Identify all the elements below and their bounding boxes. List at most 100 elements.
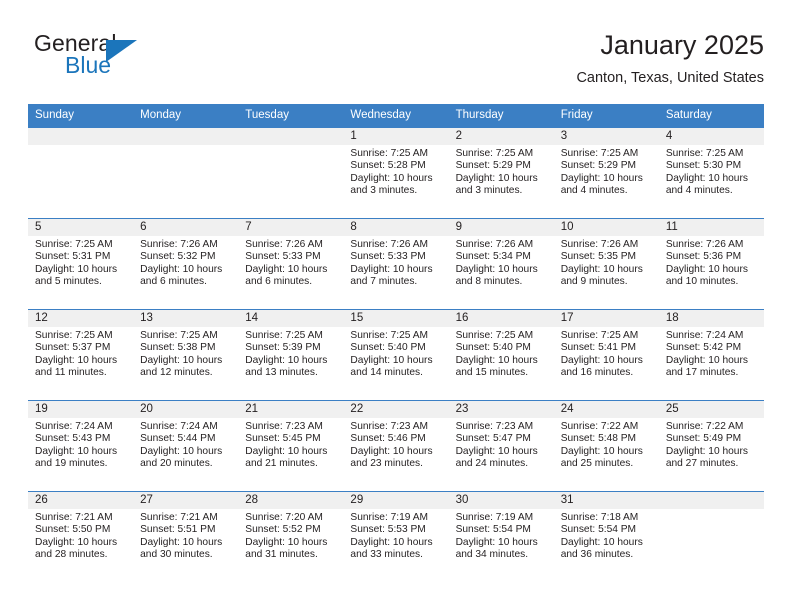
day-number: [133, 128, 239, 145]
calendar-week-row: 5 Sunrise: 7:25 AM Sunset: 5:31 PM Daylight…: [28, 218, 764, 310]
day-cell: 29 Sunrise: 7:19 AM Sunset: 5:53 PM Dayligh…: [343, 492, 449, 582]
calendar-cell-day[interactable]: 26 Sunrise: 7:21 AM Sunset: 5:50 PM Dayligh…: [28, 491, 134, 582]
calendar-cell-day[interactable]: 1 Sunrise: 7:25 AM Sunset: 5:28 PM Daylight…: [343, 127, 449, 219]
sunset-text: Sunset: 5:41 PM: [560, 342, 637, 354]
calendar-page: General Blue January 2025 Canton, Texas,…: [0, 0, 792, 612]
calendar-cell-day[interactable]: 20 Sunrise: 7:24 AM Sunset: 5:44 PM Dayligh…: [133, 400, 239, 492]
day-cell: 7 Sunrise: 7:26 AM Sunset: 5:33 PM Daylight…: [238, 219, 344, 309]
sunset-text: Sunset: 5:52 PM: [245, 524, 321, 536]
calendar-week-row: 1 Sunrise: 7:25 AM Sunset: 5:28 PM Daylight…: [28, 127, 764, 219]
day-number: 4: [658, 128, 764, 145]
calendar-cell-day[interactable]: 25 Sunrise: 7:22 AM Sunset: 5:49 PM Dayligh…: [658, 400, 764, 492]
daylight-text: Daylight: 10 hours and 3 minutes.: [455, 172, 538, 197]
day-number: 3: [553, 128, 659, 145]
day-number: 18: [658, 310, 764, 327]
calendar-cell-day[interactable]: 10 Sunrise: 7:26 AM Sunset: 5:35 PM Dayligh…: [553, 218, 659, 310]
day-sun-info: Sunrise: 7:20 AM Sunset: 5:52 PM Daylight:…: [238, 509, 343, 562]
sunrise-text: Sunrise: 7:25 AM: [455, 148, 534, 159]
daylight-text: Daylight: 10 hours and 10 minutes.: [665, 263, 748, 288]
day-number: 25: [658, 401, 764, 418]
sunrise-text: Sunrise: 7:18 AM: [560, 512, 639, 523]
calendar-cell-day[interactable]: 29 Sunrise: 7:19 AM Sunset: 5:53 PM Dayligh…: [343, 491, 449, 582]
calendar-cell-empty: [658, 491, 764, 582]
calendar-cell-day[interactable]: 14 Sunrise: 7:25 AM Sunset: 5:39 PM Dayligh…: [238, 309, 344, 401]
daylight-text: Daylight: 10 hours and 11 minutes.: [35, 354, 118, 379]
sunrise-text: Sunrise: 7:23 AM: [245, 421, 323, 432]
day-number: 27: [133, 492, 239, 509]
calendar-cell-day[interactable]: 22 Sunrise: 7:23 AM Sunset: 5:46 PM Dayligh…: [343, 400, 449, 492]
sunrise-text: Sunrise: 7:25 AM: [560, 148, 639, 159]
daylight-text: Daylight: 10 hours and 21 minutes.: [245, 445, 328, 470]
calendar-cell-day[interactable]: 18 Sunrise: 7:24 AM Sunset: 5:42 PM Dayligh…: [658, 309, 764, 401]
sunrise-text: Sunrise: 7:26 AM: [665, 239, 744, 250]
day-cell: 25 Sunrise: 7:22 AM Sunset: 5:49 PM Dayligh…: [658, 401, 764, 491]
day-number: 1: [343, 128, 449, 145]
sunrise-text: Sunrise: 7:23 AM: [350, 421, 429, 432]
day-sun-info: Sunrise: 7:26 AM Sunset: 5:32 PM Daylight:…: [133, 236, 238, 289]
calendar-cell-day[interactable]: 23 Sunrise: 7:23 AM Sunset: 5:47 PM Dayligh…: [448, 400, 554, 492]
daylight-text: Daylight: 10 hours and 34 minutes.: [455, 536, 538, 561]
sunset-text: Sunset: 5:47 PM: [455, 433, 531, 445]
calendar-cell-day[interactable]: 31 Sunrise: 7:18 AM Sunset: 5:54 PM Dayligh…: [553, 491, 659, 582]
sunset-text: Sunset: 5:32 PM: [140, 251, 216, 263]
day-number: 2: [448, 128, 554, 145]
daylight-text: Daylight: 10 hours and 6 minutes.: [245, 263, 328, 288]
daylight-text: Daylight: 10 hours and 27 minutes.: [665, 445, 748, 470]
calendar-cell-day[interactable]: 21 Sunrise: 7:23 AM Sunset: 5:45 PM Dayligh…: [238, 400, 344, 492]
calendar-cell-day[interactable]: 8 Sunrise: 7:26 AM Sunset: 5:33 PM Daylight…: [343, 218, 449, 310]
sunset-text: Sunset: 5:37 PM: [35, 342, 111, 354]
daylight-text: Daylight: 10 hours and 13 minutes.: [245, 354, 328, 379]
calendar-cell-day[interactable]: 27 Sunrise: 7:21 AM Sunset: 5:51 PM Dayligh…: [133, 491, 239, 582]
calendar-cell-day[interactable]: 2 Sunrise: 7:25 AM Sunset: 5:29 PM Daylight…: [448, 127, 554, 219]
day-cell: 27 Sunrise: 7:21 AM Sunset: 5:51 PM Dayligh…: [133, 492, 239, 582]
daylight-text: Daylight: 10 hours and 28 minutes.: [35, 536, 118, 561]
sunrise-text: Sunrise: 7:26 AM: [245, 239, 323, 250]
day-cell: 30 Sunrise: 7:19 AM Sunset: 5:54 PM Dayligh…: [448, 492, 554, 582]
calendar-cell-day[interactable]: 28 Sunrise: 7:20 AM Sunset: 5:52 PM Dayligh…: [238, 491, 344, 582]
weekday-header-thursday: Thursday: [448, 104, 554, 128]
calendar-cell-day[interactable]: 7 Sunrise: 7:26 AM Sunset: 5:33 PM Daylight…: [238, 218, 344, 310]
calendar-cell-day[interactable]: 17 Sunrise: 7:25 AM Sunset: 5:41 PM Dayligh…: [553, 309, 659, 401]
sunrise-text: Sunrise: 7:23 AM: [455, 421, 534, 432]
day-cell: 2 Sunrise: 7:25 AM Sunset: 5:29 PM Daylight…: [448, 128, 554, 218]
calendar-cell-day[interactable]: 24 Sunrise: 7:22 AM Sunset: 5:48 PM Dayligh…: [553, 400, 659, 492]
calendar-cell-day[interactable]: 6 Sunrise: 7:26 AM Sunset: 5:32 PM Daylight…: [133, 218, 239, 310]
day-number: 30: [448, 492, 554, 509]
calendar-cell-day[interactable]: 11 Sunrise: 7:26 AM Sunset: 5:36 PM Dayligh…: [658, 218, 764, 310]
sunset-text: Sunset: 5:33 PM: [245, 251, 321, 263]
day-number: 7: [238, 219, 344, 236]
page-title: January 2025: [600, 30, 764, 60]
day-number: 8: [343, 219, 449, 236]
daylight-text: Daylight: 10 hours and 4 minutes.: [560, 172, 643, 197]
calendar-cell-day[interactable]: 19 Sunrise: 7:24 AM Sunset: 5:43 PM Dayligh…: [28, 400, 134, 492]
calendar-cell-day[interactable]: 30 Sunrise: 7:19 AM Sunset: 5:54 PM Dayligh…: [448, 491, 554, 582]
sunset-text: Sunset: 5:40 PM: [350, 342, 426, 354]
daylight-text: Daylight: 10 hours and 12 minutes.: [140, 354, 223, 379]
calendar-cell-day[interactable]: 12 Sunrise: 7:25 AM Sunset: 5:37 PM Dayligh…: [28, 309, 134, 401]
sunset-text: Sunset: 5:44 PM: [140, 433, 216, 445]
calendar-cell-day[interactable]: 13 Sunrise: 7:25 AM Sunset: 5:38 PM Dayligh…: [133, 309, 239, 401]
weekday-header-tuesday: Tuesday: [238, 104, 344, 128]
brand-logo: General Blue: [34, 30, 214, 90]
day-cell: 6 Sunrise: 7:26 AM Sunset: 5:32 PM Daylight…: [133, 219, 239, 309]
calendar-cell-day[interactable]: 15 Sunrise: 7:25 AM Sunset: 5:40 PM Dayligh…: [343, 309, 449, 401]
day-cell: 26 Sunrise: 7:21 AM Sunset: 5:50 PM Dayligh…: [28, 492, 134, 582]
day-number: 16: [448, 310, 554, 327]
calendar-cell-day[interactable]: 5 Sunrise: 7:25 AM Sunset: 5:31 PM Daylight…: [28, 218, 134, 310]
day-cell: 14 Sunrise: 7:25 AM Sunset: 5:39 PM Dayligh…: [238, 310, 344, 400]
day-number: 28: [238, 492, 344, 509]
sunrise-text: Sunrise: 7:26 AM: [140, 239, 218, 250]
day-number: 6: [133, 219, 239, 236]
sunrise-text: Sunrise: 7:19 AM: [350, 512, 429, 523]
day-sun-info: Sunrise: 7:25 AM Sunset: 5:37 PM Daylight:…: [28, 327, 133, 380]
calendar-cell-day[interactable]: 16 Sunrise: 7:25 AM Sunset: 5:40 PM Dayligh…: [448, 309, 554, 401]
sunset-text: Sunset: 5:51 PM: [140, 524, 216, 536]
daylight-text: Daylight: 10 hours and 8 minutes.: [455, 263, 538, 288]
calendar-cell-day[interactable]: 4 Sunrise: 7:25 AM Sunset: 5:30 PM Daylight…: [658, 127, 764, 219]
sunrise-text: Sunrise: 7:19 AM: [455, 512, 534, 523]
calendar-week-row: 26 Sunrise: 7:21 AM Sunset: 5:50 PM Dayligh…: [28, 491, 764, 582]
calendar-cell-day[interactable]: 3 Sunrise: 7:25 AM Sunset: 5:29 PM Daylight…: [553, 127, 659, 219]
day-number: 29: [343, 492, 449, 509]
calendar-cell-day[interactable]: 9 Sunrise: 7:26 AM Sunset: 5:34 PM Daylight…: [448, 218, 554, 310]
day-cell: [28, 128, 134, 218]
